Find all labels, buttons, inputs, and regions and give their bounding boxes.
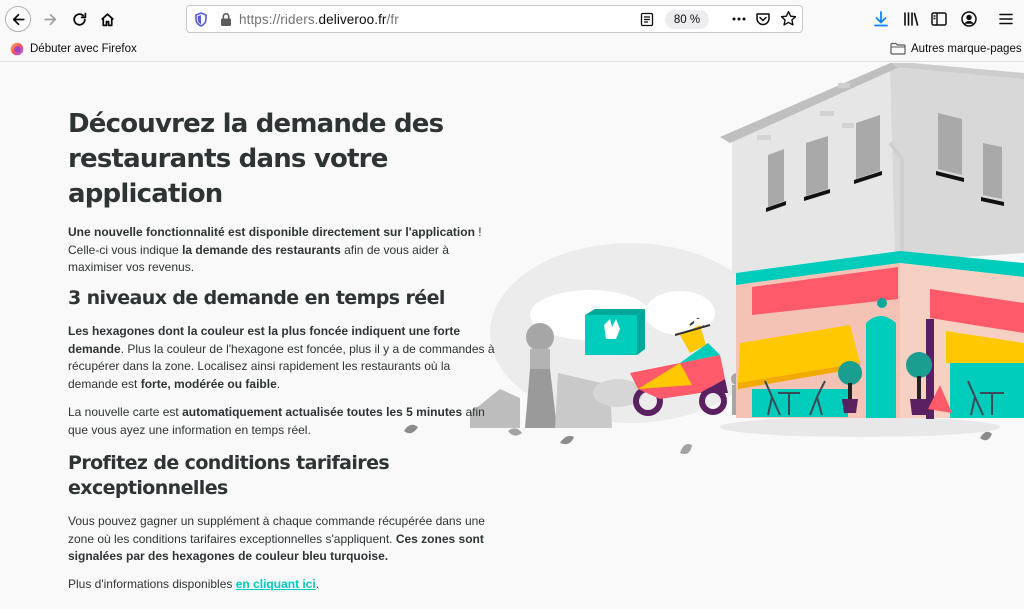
intro-paragraph: Une nouvelle fonctionnalité est disponib… [68,224,500,277]
intro-bold-2: la demande des restaurants [182,242,341,257]
s2-p2-text-1: Plus d'informations disponibles [68,577,236,591]
s1-p2-text-1: La nouvelle carte est [68,405,183,419]
downloads-icon[interactable] [872,10,890,28]
section-2-heading: Profitez de conditions tarifaires except… [68,452,390,499]
url-path: /fr [386,12,399,27]
forward-button[interactable] [37,6,63,32]
ground-shadow [720,417,1000,437]
s1-p2-bold-1: automatiquement actualisée toutes les 5 … [182,405,463,419]
bookmark-other-folder[interactable]: Autres marque-pages [890,42,1022,55]
more-info-link[interactable]: en cliquant ici [236,577,316,591]
building [720,63,1024,419]
account-icon[interactable] [960,10,978,28]
bookmark-getting-started-label: Débuter avec Firefox [30,43,137,55]
reload-icon [72,12,86,26]
section-1-paragraph-2: La nouvelle carte est automatiquement ac… [68,404,500,439]
bookmark-star-icon[interactable] [780,10,797,27]
folder-icon [890,42,906,55]
s1-p1-text-2: . [276,376,281,391]
section-1-paragraph-1: Les hexagones dont la couleur est la plu… [68,323,500,393]
s2-p2-text-2: . [315,577,320,591]
arrow-left-icon [12,13,25,25]
library-icon[interactable] [902,10,920,28]
section-2-paragraph-2: Plus d'informations disponibles en cliqu… [68,576,500,594]
url-prefix: https://riders. [239,12,319,27]
cloud-shape [645,291,715,335]
page-actions-icon[interactable] [731,11,747,27]
intro-bold-1: Une nouvelle fonctionnalité est disponib… [68,225,475,239]
home-button[interactable] [94,6,120,32]
bookmark-other-label: Autres marque-pages [911,42,1022,55]
section-1-heading: 3 niveaux de demande en temps réel [68,287,445,309]
firefox-logo-icon [10,42,24,56]
page-title: Découvrez la demande des restaurants dan… [68,109,444,209]
hamburger-menu-icon[interactable] [997,10,1015,28]
s1-p1-bold-2: forte, modérée ou faible [140,376,277,391]
zoom-level-badge[interactable]: 80 % [665,10,709,29]
sidebar-toggle-icon[interactable] [930,10,948,28]
s1-p1-text-1: . Plus la couleur de l'hexagone est fonc… [68,341,495,391]
section-2-paragraph-1: Vous pouvez gagner un supplément à chaqu… [68,513,500,566]
web-page: Découvrez la demande des restaurants dan… [0,63,1024,609]
reload-button[interactable] [66,6,92,32]
url-text[interactable]: https://riders.deliveroo.fr/fr [239,12,399,27]
arrow-right-icon [43,13,56,25]
bookmark-getting-started[interactable]: Débuter avec Firefox [10,42,137,56]
pocket-icon[interactable] [755,11,771,27]
leaf-shape [980,431,992,441]
tracking-shield-icon[interactable] [194,12,208,27]
url-host: deliveroo.fr [318,12,387,27]
back-button[interactable] [5,6,31,32]
url-bar[interactable]: https://riders.deliveroo.fr/fr 80 % [186,5,803,33]
leaf-shape [508,428,522,436]
leaf-shape [680,444,692,454]
leaf-shape [560,435,574,445]
home-icon [100,12,114,26]
lock-icon[interactable] [220,12,232,27]
browser-toolbar: https://riders.deliveroo.fr/fr 80 % [0,0,1024,38]
bookmarks-bar: Débuter avec Firefox Autres marque-pages [0,38,1024,62]
reader-view-icon[interactable] [640,12,654,27]
